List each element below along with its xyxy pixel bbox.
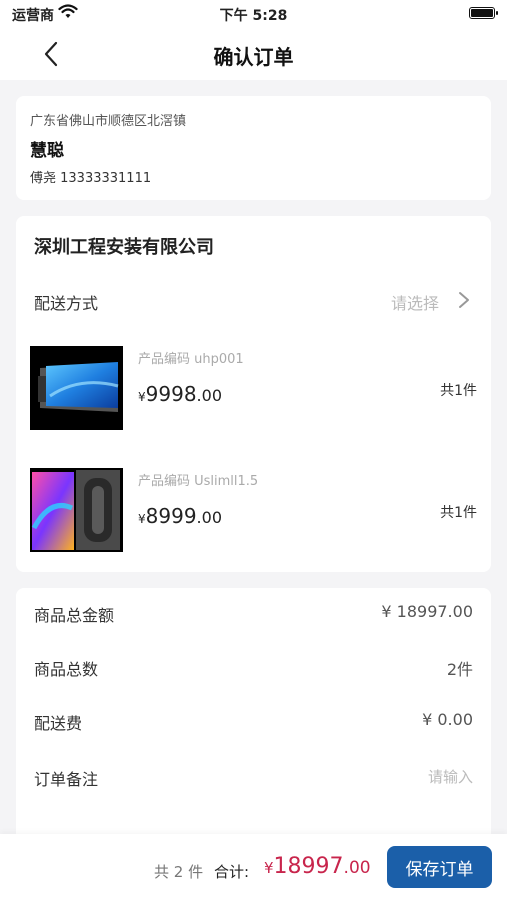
product-image	[30, 468, 123, 552]
order-note-row[interactable]: 订单备注 请输入	[16, 762, 491, 792]
address-contact: 傅尧 13333331111	[30, 171, 152, 186]
goods-total-label: 商品总金额	[34, 606, 115, 625]
product-item[interactable]: 产品编码 Uslimll1.5 ¥8999.00 共1件	[30, 468, 477, 552]
address-region: 广东省佛山市顺德区北滘镇	[30, 114, 187, 129]
shipping-fee-value: ¥ 0.00	[422, 710, 473, 729]
shipping-fee-row: 配送费 ¥ 0.00	[16, 706, 491, 736]
save-order-button[interactable]: 保存订单	[387, 846, 492, 888]
shipping-method-row[interactable]: 配送方式 请选择	[16, 284, 491, 318]
product-item[interactable]: 产品编码 uhp001 ¥9998.00 共1件	[30, 346, 477, 430]
chevron-right-icon	[459, 292, 469, 308]
total-label: 合计:	[214, 863, 250, 881]
goods-total-value: ¥ 18997.00	[381, 602, 473, 621]
goods-total-row: 商品总金额 ¥ 18997.00	[16, 598, 491, 628]
total-amount: ¥18997.00	[264, 854, 371, 879]
goods-count-row: 商品总数 2件	[16, 652, 491, 682]
product-price: ¥9998.00	[138, 382, 222, 406]
goods-count-value: 2件	[446, 660, 473, 679]
product-sku: 产品编码 uhp001	[138, 352, 244, 367]
shipping-method-label: 配送方式	[34, 294, 99, 313]
status-time: 下午 5:28	[219, 8, 288, 24]
nav-bar: 确认订单	[0, 28, 507, 80]
address-card[interactable]: 广东省佛山市顺德区北滘镇 慧聪 傅尧 13333331111	[16, 96, 491, 200]
shipping-method-placeholder: 请选择	[390, 294, 439, 313]
page-title: 确认订单	[213, 45, 294, 69]
store-card: 深圳工程安装有限公司 配送方式 请选择 产品编码 uhp001 ¥9998.00…	[16, 216, 491, 572]
goods-count-label: 商品总数	[34, 660, 99, 679]
store-name: 深圳工程安装有限公司	[34, 237, 214, 258]
product-image	[30, 346, 123, 430]
shipping-fee-label: 配送费	[34, 714, 83, 733]
product-quantity: 共1件	[440, 505, 477, 521]
order-note-input[interactable]: 请输入	[428, 766, 473, 787]
status-bar: 运营商 下午 5:28	[0, 0, 507, 28]
product-price: ¥8999.00	[138, 504, 222, 528]
item-count: 共 2 件	[154, 863, 204, 881]
product-quantity: 共1件	[440, 383, 477, 399]
product-sku: 产品编码 Uslimll1.5	[138, 474, 259, 489]
battery-icon	[469, 7, 498, 19]
order-note-label: 订单备注	[34, 770, 99, 789]
bottom-checkout-bar: 共 2 件 合计: ¥18997.00 保存订单	[0, 834, 507, 900]
address-name: 慧聪	[30, 141, 64, 161]
